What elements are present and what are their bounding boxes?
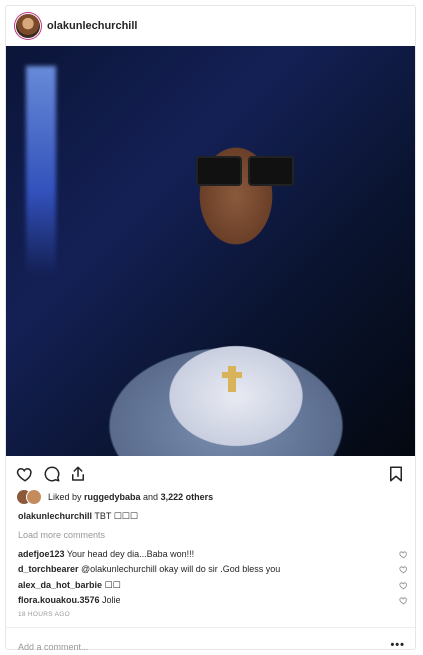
comment-username[interactable]: alex_da_hot_barbie: [18, 580, 102, 590]
comment-username[interactable]: flora.kouakou.3576: [18, 595, 100, 605]
load-more-comments-link[interactable]: Load more comments: [18, 530, 105, 540]
caption-username[interactable]: olakunlechurchill: [18, 511, 92, 521]
instagram-post: olakunlechurchill Liked by ruggedybaba a…: [5, 5, 416, 652]
comment-icon[interactable]: [43, 465, 61, 483]
post-photo[interactable]: [6, 46, 415, 456]
likes-summary[interactable]: Liked by ruggedybaba and 3,222 others: [48, 492, 213, 502]
comment-like-icon[interactable]: [399, 565, 408, 574]
comment-like-icon[interactable]: [399, 550, 408, 559]
post-header: olakunlechurchill: [6, 6, 415, 46]
add-comment-input[interactable]: Add a comment...: [18, 642, 89, 652]
comment-item: adefjoe123 Your head dey dia...Baba won!…: [18, 549, 408, 563]
comment-like-icon[interactable]: [399, 581, 408, 590]
liker-avatars[interactable]: [16, 489, 42, 505]
share-icon[interactable]: [69, 465, 87, 483]
bookmark-icon[interactable]: [387, 465, 405, 483]
comment-item: alex_da_hot_barbie ☐☐: [18, 580, 408, 594]
user-avatar[interactable]: [16, 14, 40, 38]
comment-divider: [6, 627, 415, 628]
likes-row: Liked by ruggedybaba and 3,222 others: [16, 487, 213, 507]
comment-text: @olakunlechurchill okay will do sir .God…: [78, 564, 281, 574]
comment-text: ☐☐: [102, 580, 121, 590]
post-timestamp[interactable]: 18 HOURS AGO: [18, 611, 70, 618]
more-options-button[interactable]: •••: [390, 639, 405, 651]
comment-username[interactable]: d_torchbearer: [18, 564, 79, 574]
heart-icon[interactable]: [16, 465, 34, 483]
comment-item: d_torchbearer @olakunlechurchill okay wi…: [18, 564, 408, 578]
comment-item: flora.kouakou.3576 Jolie: [18, 595, 408, 609]
photo-cross-pendant: [222, 366, 242, 392]
post-username[interactable]: olakunlechurchill: [47, 20, 137, 32]
photo-blue-light: [26, 66, 56, 276]
photo-sunglasses: [196, 156, 296, 186]
comment-like-icon[interactable]: [399, 596, 408, 605]
comment-username[interactable]: adefjoe123: [18, 549, 65, 559]
comment-text: Your head dey dia...Baba won!!!: [64, 549, 195, 559]
post-caption: olakunlechurchill TBT ☐☐☐: [18, 511, 138, 522]
action-bar: [6, 458, 415, 488]
comment-text: Jolie: [99, 595, 121, 605]
caption-text: TBT ☐☐☐: [92, 511, 138, 521]
